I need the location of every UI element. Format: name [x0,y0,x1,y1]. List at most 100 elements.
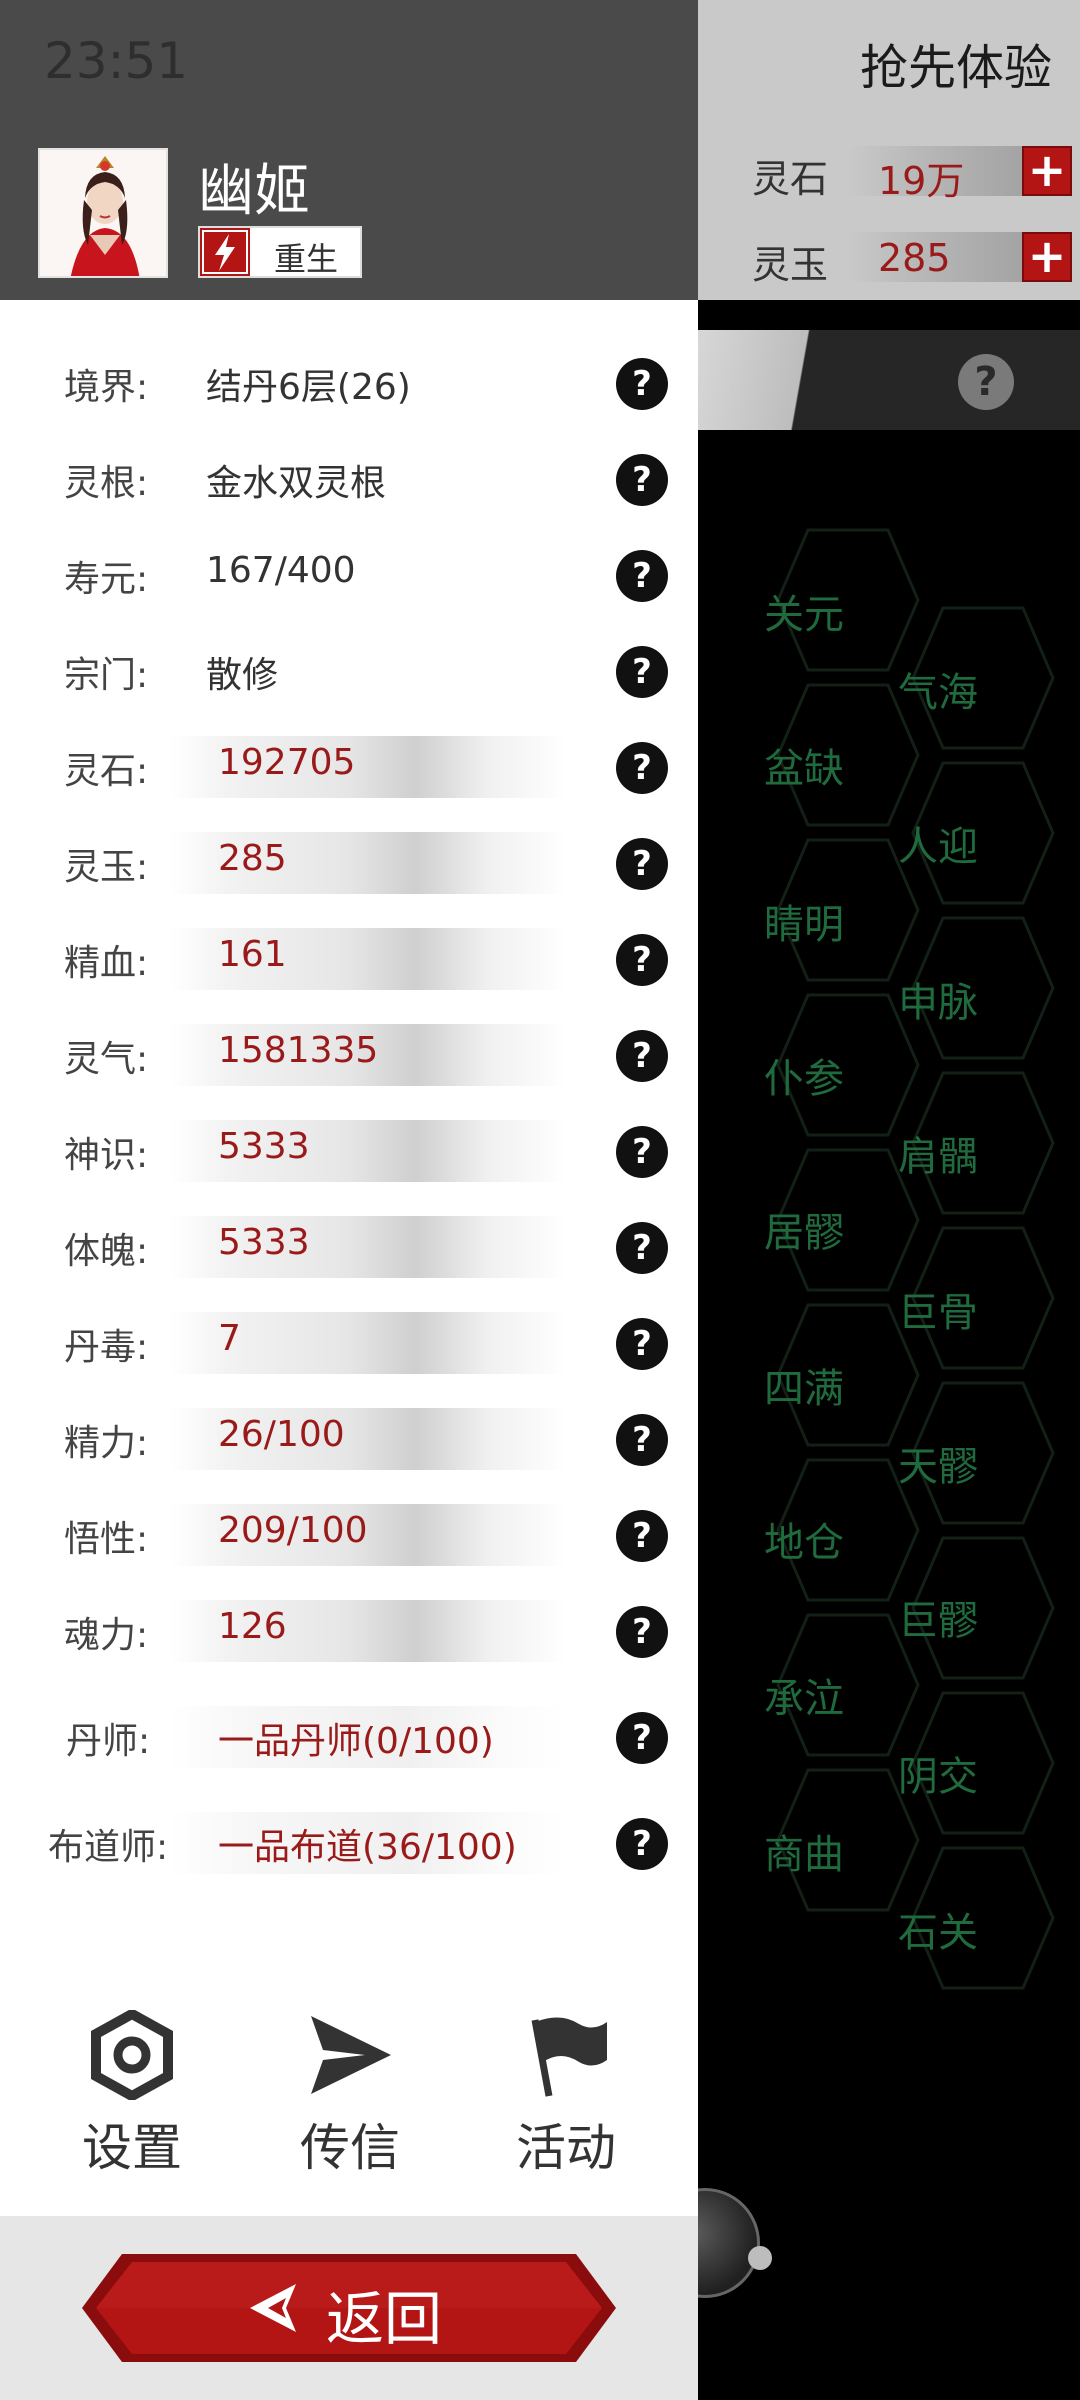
help-icon[interactable]: ? [616,646,668,698]
stat-bar: 一品布道(36/100) [170,1812,566,1874]
resource-spirit-jade: 灵玉 285 + [752,232,1072,287]
early-access-title: 抢先体验 [859,40,1052,96]
help-icon[interactable]: ? [616,934,668,986]
help-icon[interactable]: ? [616,1222,668,1274]
help-icon[interactable]: ? [616,838,668,890]
stat-bar: 一品丹师(0/100) [170,1706,566,1768]
send-label: 传信 [300,2119,400,2177]
stat-bar: 126 [170,1600,566,1662]
stat-spirit-stone: 灵石: 192705 ? [0,732,698,802]
stat-label: 神识: [64,1135,149,1176]
resource-label: 灵石 [752,157,829,201]
acupoint-label[interactable]: 肩髃 [898,1124,978,1182]
lightning-icon [200,228,250,276]
stat-lifespan: 寿元: 167/400 ? [0,540,698,610]
help-icon[interactable]: ? [616,1126,668,1178]
acupoint-label[interactable]: 居髎 [764,1200,844,1258]
acupoint-hex-grid [776,528,1055,1990]
stat-label: 丹毒: [64,1327,149,1368]
stat-value: 209/100 [218,1510,368,1551]
stat-label: 灵玉: [64,847,149,888]
stat-value: 5333 [218,1126,310,1167]
acupoint-label[interactable]: 承泣 [764,1666,844,1724]
rebirth-button[interactable]: 重生 [198,226,362,278]
events-label: 活动 [516,2119,616,2177]
help-icon[interactable]: ? [616,1606,668,1658]
stat-label: 精力: [64,1423,149,1464]
stat-bar: 5333 [170,1216,566,1278]
send-icon [311,2016,391,2094]
stat-label: 宗门: [64,655,149,696]
stat-spirit-jade: 灵玉: 285 ? [0,828,698,898]
acupoint-label[interactable]: 石关 [898,1900,978,1958]
stat-value: 散修 [206,655,279,696]
acupoint-label[interactable]: 商曲 [764,1822,844,1880]
back-button-label[interactable]: 返回 [326,2272,442,2356]
stat-pill-toxicity: 丹毒: 7 ? [0,1308,698,1378]
help-icon[interactable]: ? [616,1510,668,1562]
stat-value: 5333 [218,1222,310,1263]
acupoint-label[interactable]: 关元 [764,582,844,640]
acupoint-label[interactable]: 阴交 [898,1744,978,1802]
stat-label: 悟性: [64,1519,149,1560]
stat-label: 丹师: [66,1721,151,1762]
help-icon[interactable]: ? [616,1030,668,1082]
resource-bar: 19万 [848,146,1024,203]
stat-value: 126 [218,1606,287,1647]
character-name: 幽姬 [198,159,310,224]
stat-bar: 285 [170,832,566,894]
help-icon[interactable]: ? [616,454,668,506]
help-icon[interactable]: ? [958,354,1014,410]
acupoint-label[interactable]: 地仓 [764,1510,844,1568]
acupoint-label[interactable]: 四满 [764,1356,844,1414]
resource-value: 285 [878,236,951,280]
help-icon[interactable]: ? [616,1818,668,1870]
stat-value: 一品丹师(0/100) [218,1721,494,1762]
joystick-handle[interactable] [748,2246,772,2270]
acupoint-label[interactable]: 睛明 [764,892,844,950]
stat-bar: 7 [170,1312,566,1374]
acupoint-label[interactable]: 巨髎 [898,1588,978,1646]
acupoint-label[interactable]: 巨骨 [898,1280,978,1338]
avatar[interactable] [38,148,168,278]
acupoint-label[interactable]: 气海 [898,660,978,718]
add-spirit-jade-button[interactable]: + [1022,232,1072,282]
help-icon[interactable]: ? [616,1414,668,1466]
flag-icon [531,2017,607,2097]
stat-sect: 宗门: 散修 ? [0,636,698,706]
stat-value: 285 [218,838,287,879]
help-icon[interactable]: ? [616,742,668,794]
stat-essence-blood: 精血: 161 ? [0,924,698,994]
stat-spirit-root: 灵根: 金水双灵根 ? [0,444,698,514]
help-icon[interactable]: ? [616,550,668,602]
send-message-button[interactable]: 传信 [270,2010,430,2190]
stat-label: 寿元: [64,559,149,600]
stat-label: 灵石: [64,751,149,792]
stat-comprehension: 悟性: 209/100 ? [0,1500,698,1570]
stat-label: 灵气: [64,1039,149,1080]
stat-bar: 161 [170,928,566,990]
help-icon[interactable]: ? [616,1318,668,1370]
stat-value: 26/100 [218,1414,345,1455]
settings-button[interactable]: 设置 [52,2010,212,2190]
add-spirit-stone-button[interactable]: + [1022,146,1072,196]
acupoint-label[interactable]: 人迎 [898,814,978,872]
stat-bar: 1581335 [170,1024,566,1086]
acupoint-label[interactable]: 盆缺 [764,736,844,794]
stat-preacher: 布道师: 一品布道(36/100) ? [0,1808,698,1878]
status-time: 23:51 [44,32,189,90]
stat-label: 精血: [64,943,149,984]
stat-value: 192705 [218,742,356,783]
stat-bar: 209/100 [170,1504,566,1566]
acupoint-label[interactable]: 申脉 [898,970,978,1028]
acupoint-label[interactable]: 仆参 [764,1046,844,1104]
acupoint-label[interactable]: 天髎 [898,1434,978,1492]
resource-value: 19万 [878,159,965,203]
rebirth-label: 重生 [274,240,339,278]
help-icon[interactable]: ? [616,1712,668,1764]
stat-bar: 192705 [170,736,566,798]
help-icon[interactable]: ? [616,358,668,410]
stat-value: 金水双灵根 [206,463,387,504]
events-button[interactable]: 活动 [486,2010,646,2190]
stat-value: 7 [218,1318,241,1359]
